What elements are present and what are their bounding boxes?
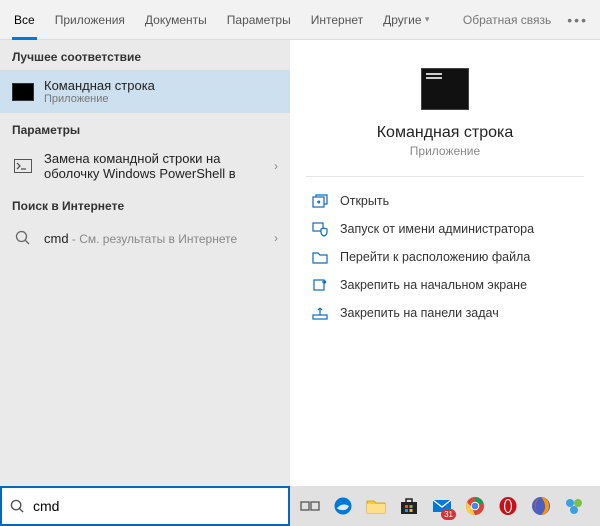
result-title-line2: оболочку Windows PowerShell в <box>44 166 236 181</box>
result-setting-powershell[interactable]: Замена командной строки на оболочку Wind… <box>0 143 290 189</box>
search-results-pane: Лучшее соответствие Командная строка При… <box>0 40 290 486</box>
result-title: Замена командной строки на <box>44 151 236 166</box>
result-web-cmd[interactable]: cmd - См. результаты в Интернете › <box>0 219 290 257</box>
result-query: cmd <box>44 231 69 246</box>
action-label: Открыть <box>340 194 389 208</box>
command-prompt-large-icon <box>421 68 469 110</box>
admin-shield-icon <box>310 221 330 237</box>
firefox-browser-icon[interactable] <box>529 494 553 518</box>
pin-start-icon <box>310 277 330 293</box>
preview-pane: Командная строка Приложение Открыть Запу… <box>290 40 600 486</box>
chevron-right-icon: › <box>274 231 278 245</box>
app-icon[interactable] <box>562 494 586 518</box>
result-subtitle: Приложение <box>44 93 155 105</box>
taskbar-search-box[interactable] <box>0 486 290 526</box>
edge-browser-icon[interactable] <box>331 494 355 518</box>
search-input[interactable] <box>33 498 280 514</box>
action-open[interactable]: Открыть <box>306 187 584 215</box>
tab-apps[interactable]: Приложения <box>45 0 135 40</box>
preview-title: Командная строка <box>306 124 584 142</box>
action-open-location[interactable]: Перейти к расположению файла <box>306 243 584 271</box>
chevron-right-icon: › <box>274 159 278 173</box>
command-prompt-icon <box>12 81 34 103</box>
mail-icon[interactable]: 31 <box>430 494 454 518</box>
chevron-down-icon: ▾ <box>425 14 430 25</box>
tab-settings[interactable]: Параметры <box>217 0 301 40</box>
action-label: Закрепить на начальном экране <box>340 278 527 292</box>
result-command-prompt[interactable]: Командная строка Приложение <box>0 70 290 113</box>
more-options-icon[interactable]: ••• <box>559 12 596 28</box>
preview-subtitle: Приложение <box>306 144 584 158</box>
taskbar: 31 <box>0 486 600 526</box>
divider <box>306 176 584 177</box>
search-icon <box>12 227 34 249</box>
search-icon <box>10 499 25 514</box>
file-explorer-icon[interactable] <box>364 494 388 518</box>
action-label: Запуск от имени администратора <box>340 222 534 236</box>
tab-other[interactable]: Другие ▾ <box>373 0 439 40</box>
section-web: Поиск в Интернете <box>0 189 290 219</box>
section-settings: Параметры <box>0 113 290 143</box>
section-best-match: Лучшее соответствие <box>0 40 290 70</box>
task-view-icon[interactable] <box>298 494 322 518</box>
tab-all[interactable]: Все <box>4 0 45 40</box>
folder-location-icon <box>310 249 330 265</box>
opera-browser-icon[interactable] <box>496 494 520 518</box>
action-pin-taskbar[interactable]: Закрепить на панели задач <box>306 299 584 327</box>
pin-taskbar-icon <box>310 305 330 321</box>
action-run-admin[interactable]: Запуск от имени администратора <box>306 215 584 243</box>
result-title: Командная строка <box>44 78 155 93</box>
action-pin-start[interactable]: Закрепить на начальном экране <box>306 271 584 299</box>
open-icon <box>310 193 330 209</box>
tab-documents[interactable]: Документы <box>135 0 217 40</box>
action-label: Закрепить на панели задач <box>340 306 499 320</box>
chrome-browser-icon[interactable] <box>463 494 487 518</box>
terminal-setting-icon <box>12 155 34 177</box>
tab-internet[interactable]: Интернет <box>301 0 373 40</box>
result-hint: - См. результаты в Интернете <box>69 232 238 246</box>
action-label: Перейти к расположению файла <box>340 250 530 264</box>
search-filter-tabs: Все Приложения Документы Параметры Интер… <box>0 0 600 40</box>
feedback-link[interactable]: Обратная связь <box>455 13 559 27</box>
microsoft-store-icon[interactable] <box>397 494 421 518</box>
